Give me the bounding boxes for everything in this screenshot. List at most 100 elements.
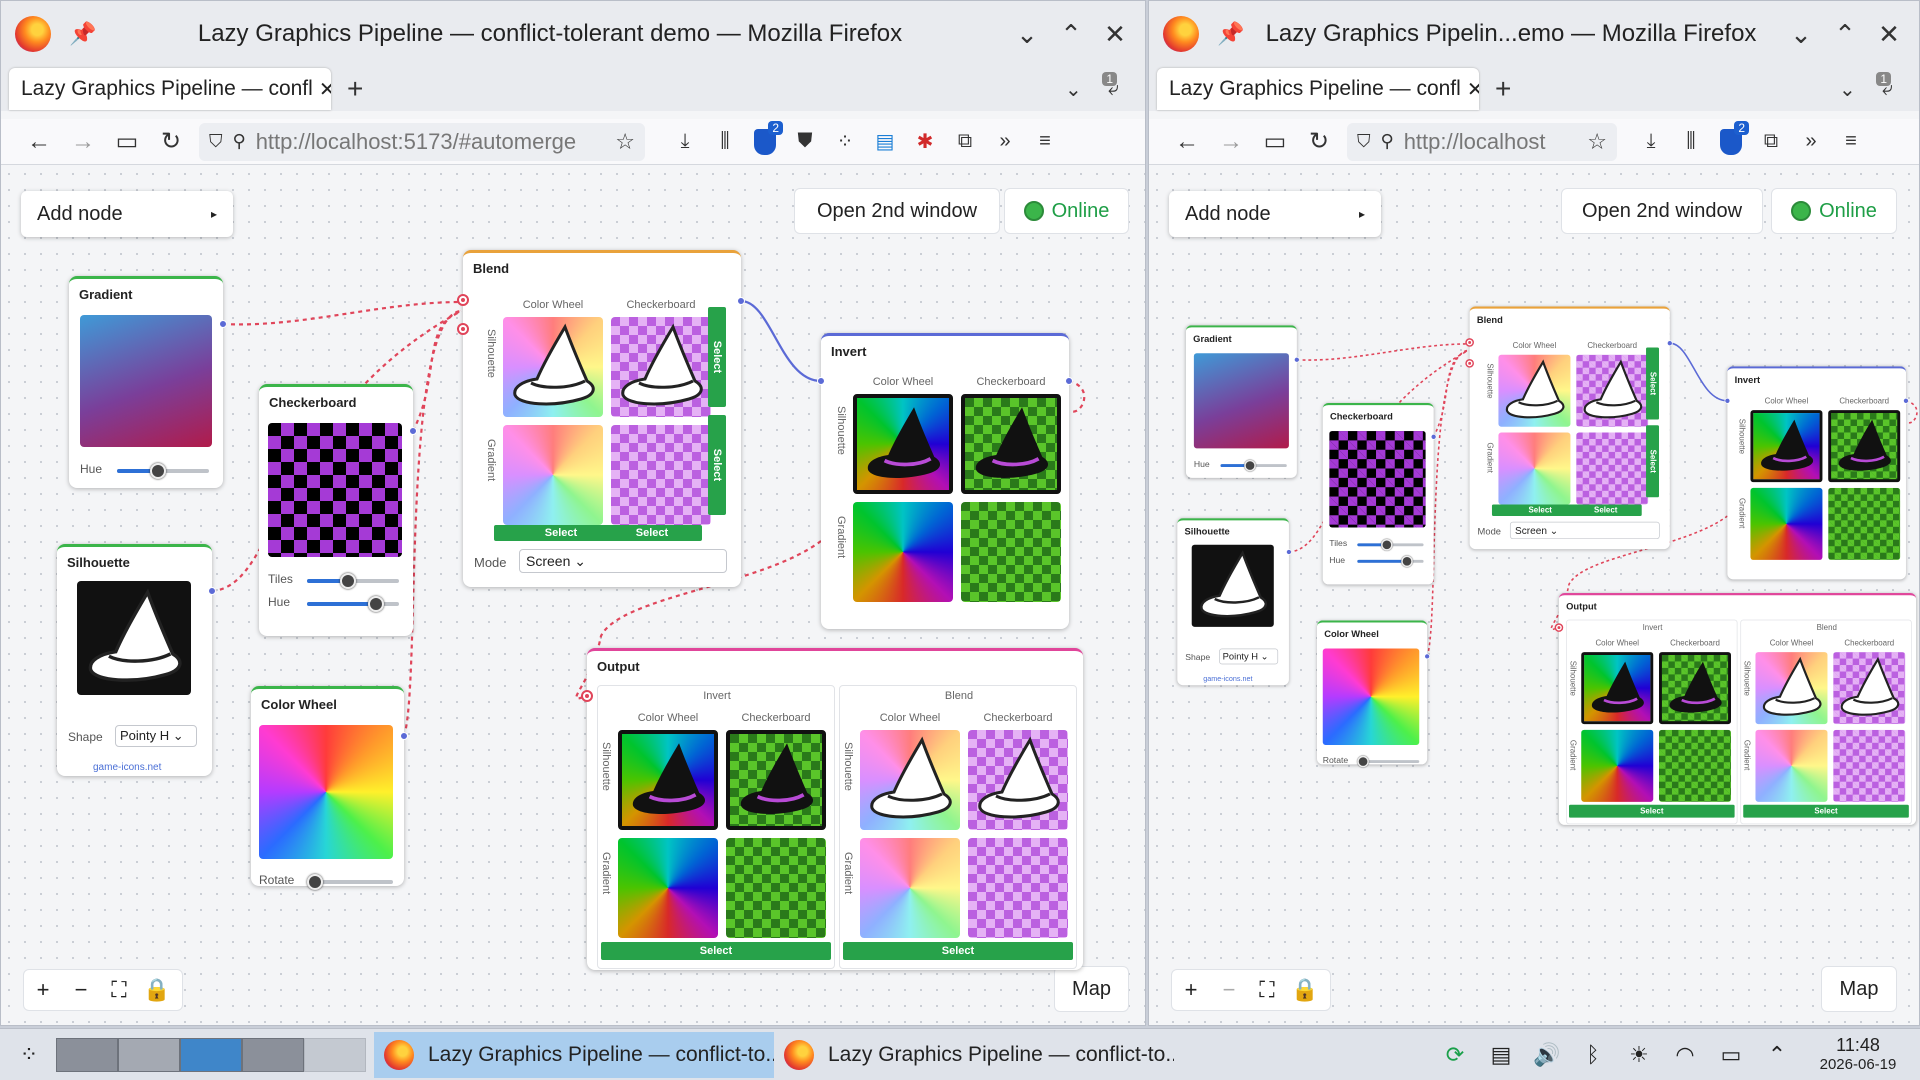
forward-icon[interactable]: → bbox=[61, 128, 105, 156]
blend-in-handle-2[interactable] bbox=[457, 323, 469, 335]
workspace-5[interactable] bbox=[304, 1037, 366, 1072]
silhouette-out-handle[interactable] bbox=[208, 587, 216, 595]
output-in-handle[interactable] bbox=[581, 690, 593, 702]
back-icon[interactable]: ← bbox=[1165, 128, 1209, 156]
tray-expand-icon[interactable]: ⌃ bbox=[1754, 1042, 1800, 1068]
overflow-icon[interactable]: » bbox=[985, 127, 1025, 157]
maximize-icon[interactable]: ⌃ bbox=[1049, 19, 1093, 50]
shape-select[interactable]: Pointy H ⌄ bbox=[1219, 648, 1279, 665]
shield-icon[interactable]: ⛉ bbox=[1357, 131, 1371, 152]
privacy-badger-icon[interactable]: ⛊ bbox=[785, 127, 825, 157]
pin-icon[interactable]: 📌 bbox=[69, 21, 96, 47]
node-checkerboard[interactable]: Checkerboard Tiles Hue bbox=[259, 384, 413, 636]
mode-select[interactable]: Screen ⌄ bbox=[1509, 521, 1660, 540]
invert-out-handle[interactable] bbox=[1065, 377, 1073, 385]
checker-tiles-slider[interactable] bbox=[307, 573, 399, 589]
title-bar-2[interactable]: 📌 Lazy Graphics Pipelin...emo — Mozilla … bbox=[1149, 1, 1919, 67]
site-info-icon[interactable]: ⚲ bbox=[233, 131, 246, 152]
bookmark-star-icon[interactable]: ☆ bbox=[1587, 129, 1607, 155]
output-right-select[interactable]: Select bbox=[843, 942, 1073, 960]
node-color-wheel[interactable]: Color Wheel Rotate bbox=[1317, 620, 1428, 768]
checker-tiles-slider-knob[interactable] bbox=[340, 573, 357, 589]
workspace-3[interactable] bbox=[180, 1037, 242, 1072]
maximize-icon[interactable]: ⌃ bbox=[1823, 19, 1867, 50]
blend-in-handle-1[interactable] bbox=[1465, 338, 1474, 347]
menu-icon[interactable]: ≡ bbox=[1831, 127, 1871, 157]
map-button[interactable]: Map bbox=[1821, 966, 1897, 1012]
wire-0[interactable] bbox=[1296, 343, 1469, 361]
node-color-wheel[interactable]: Color Wheel Rotate bbox=[251, 686, 404, 890]
rotate-slider[interactable] bbox=[1357, 755, 1420, 768]
clipboard-icon[interactable]: ▤ bbox=[1478, 1042, 1524, 1068]
credit-link[interactable]: game-icons.net bbox=[1203, 675, 1252, 683]
checker-out-handle[interactable] bbox=[409, 427, 417, 435]
tab-lazy-graphics-2[interactable]: Lazy Graphics Pipeline — confl ✕ bbox=[1157, 68, 1479, 110]
pin-icon[interactable]: 📌 bbox=[1217, 21, 1244, 47]
checker-hue-slider[interactable] bbox=[1357, 555, 1424, 568]
node-invert[interactable]: Invert Color Wheel Checkerboard Silhouette G… bbox=[1727, 366, 1906, 580]
credit-link[interactable]: game-icons.net bbox=[93, 762, 161, 773]
tab-counter-icon[interactable]: ⤶ 1 bbox=[1102, 71, 1119, 101]
forward-icon[interactable]: → bbox=[1209, 128, 1253, 156]
node-blend[interactable]: Blend Color Wheel Checkerboard Silhouette Gr… bbox=[463, 250, 741, 587]
node-silhouette[interactable]: Silhouette Shape Pointy H ⌄ game-icons.net bbox=[57, 544, 212, 776]
tab-close-icon[interactable]: ✕ bbox=[1467, 77, 1479, 102]
wire-5[interactable] bbox=[1068, 379, 1086, 413]
add-node-menu[interactable]: Add node ▸ bbox=[1169, 191, 1381, 237]
extensions-icon[interactable]: ⧉ bbox=[945, 127, 985, 157]
blend-out-handle[interactable] bbox=[1666, 340, 1673, 347]
lock-icon[interactable]: 🔒 bbox=[1286, 977, 1324, 1003]
clock[interactable]: 11:48 2026-06-19 bbox=[1808, 1035, 1908, 1075]
sidebar-icon[interactable]: ▭ bbox=[105, 127, 149, 156]
app-launcher-icon[interactable]: ⁘ bbox=[6, 1042, 52, 1068]
tab-lazy-graphics[interactable]: Lazy Graphics Pipeline — confl ✕ bbox=[9, 68, 331, 110]
volume-icon[interactable]: 🔊 bbox=[1524, 1042, 1570, 1068]
gradient-out-handle[interactable] bbox=[219, 320, 227, 328]
wire-4[interactable] bbox=[1669, 342, 1728, 402]
extension-doc-icon[interactable]: ▤ bbox=[865, 127, 905, 157]
shield-icon[interactable]: ⛉ bbox=[209, 131, 223, 152]
close-icon[interactable]: ✕ bbox=[1093, 19, 1137, 50]
silhouette-out-handle[interactable] bbox=[1286, 549, 1292, 555]
gradient-hue-slider[interactable] bbox=[117, 463, 209, 479]
battery-icon[interactable]: ▭ bbox=[1708, 1042, 1754, 1068]
checker-hue-slider-knob[interactable] bbox=[1401, 555, 1413, 568]
zoom-in-icon[interactable]: + bbox=[1172, 977, 1210, 1003]
colorwheel-out-handle[interactable] bbox=[400, 732, 408, 740]
output-right-select[interactable]: Select bbox=[1743, 804, 1909, 818]
checker-tiles-slider[interactable] bbox=[1357, 539, 1424, 551]
wire-1[interactable] bbox=[1432, 349, 1469, 438]
gradient-hue-slider-knob[interactable] bbox=[150, 463, 167, 479]
node-output[interactable]: Output Invert Color Wheel Checkerboard Silho… bbox=[587, 648, 1083, 970]
mode-select[interactable]: Screen ⌄ bbox=[519, 549, 727, 573]
library-icon[interactable]: ⫼ bbox=[705, 127, 745, 157]
blend-select-row1[interactable]: Select bbox=[1646, 347, 1659, 420]
node-silhouette[interactable]: Silhouette Shape Pointy H ⌄ game-icons.net bbox=[1177, 518, 1289, 686]
workspace-4[interactable] bbox=[242, 1037, 304, 1072]
checker-hue-slider-knob[interactable] bbox=[368, 596, 384, 612]
wire-0[interactable] bbox=[222, 300, 462, 326]
checker-hue-slider[interactable] bbox=[307, 596, 399, 612]
colorwheel-out-handle[interactable] bbox=[1424, 653, 1431, 660]
gradient-hue-slider-knob[interactable] bbox=[1244, 459, 1257, 472]
url-bar[interactable]: ⛉ ⚲ http://localhost:5173/#automerge ☆ bbox=[199, 122, 645, 161]
node-invert[interactable]: Invert Color Wheel Checkerboard Silhouette G… bbox=[821, 333, 1069, 629]
list-tabs-icon[interactable]: ⌄ bbox=[1839, 77, 1856, 102]
blend-select-row2[interactable]: Select bbox=[708, 415, 726, 515]
shape-select[interactable]: Pointy H ⌄ bbox=[115, 725, 197, 747]
invert-in-handle[interactable] bbox=[817, 377, 825, 385]
new-tab-icon[interactable]: + bbox=[347, 73, 363, 105]
brightness-icon[interactable]: ☀ bbox=[1616, 1042, 1662, 1068]
gradient-out-handle[interactable] bbox=[1293, 356, 1300, 363]
downloads-icon[interactable]: ⤓ bbox=[1631, 127, 1671, 157]
output-left-select[interactable]: Select bbox=[601, 942, 831, 960]
workspace-1[interactable] bbox=[56, 1037, 118, 1072]
blend-select-row1[interactable]: Select bbox=[708, 307, 726, 407]
output-in-handle[interactable] bbox=[1554, 623, 1564, 632]
wire-5[interactable] bbox=[1905, 400, 1918, 424]
extension-bug-icon[interactable]: ✱ bbox=[905, 127, 945, 157]
rotate-slider-knob[interactable] bbox=[307, 874, 324, 890]
graph-canvas-2[interactable]: Add node ▸ Open 2nd window Online + − ⛶ … bbox=[1149, 166, 1919, 1025]
library-icon[interactable]: ⫼ bbox=[1671, 127, 1711, 157]
back-icon[interactable]: ← bbox=[17, 128, 61, 156]
